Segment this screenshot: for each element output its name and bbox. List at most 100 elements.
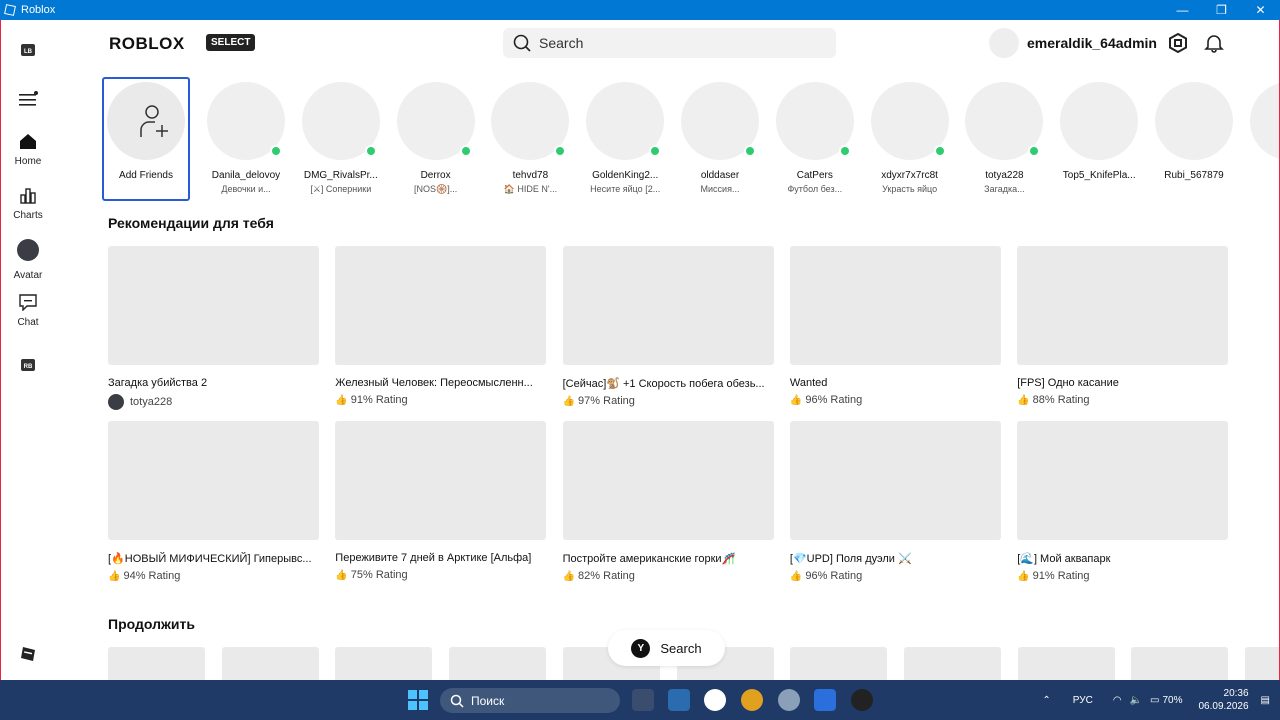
- windows-start-icon[interactable]: [408, 690, 428, 710]
- clock[interactable]: 20:36 06.09.2026: [1198, 687, 1248, 713]
- friend-item[interactable]: Top5_KnifePla...: [1052, 77, 1146, 181]
- online-indicator: [364, 145, 377, 157]
- floating-search-button[interactable]: Y Search: [608, 630, 725, 666]
- taskbar-search-placeholder: Поиск: [471, 693, 505, 708]
- continue-game-thumbnail[interactable]: [903, 647, 1001, 680]
- friend-item[interactable]: Rubi_567879: [1147, 77, 1241, 181]
- game-thumbnail[interactable]: [789, 246, 1001, 365]
- game-card[interactable]: Wanted 👍 96% Rating: [789, 246, 1001, 406]
- continue-game-thumbnail[interactable]: [335, 647, 433, 680]
- search-input[interactable]: Search: [503, 28, 836, 58]
- game-thumbnail[interactable]: [1017, 246, 1229, 365]
- sidebar-item-charts[interactable]: Charts: [1, 187, 55, 221]
- friend-item[interactable]: DMG_RivalsPr... [⚔] Соперники: [294, 77, 388, 195]
- friend-item[interactable]: olddaser Миссия...: [673, 77, 767, 194]
- language-indicator[interactable]: РУС: [1073, 695, 1093, 706]
- notifications-icon[interactable]: ▤: [1261, 695, 1270, 706]
- friend-item[interactable]: MV: [1242, 77, 1279, 181]
- sidebar: LB Home Charts Avatar Chat RB: [1, 20, 55, 680]
- game-thumbnail[interactable]: [335, 246, 547, 365]
- wifi-icon[interactable]: ◠: [1113, 695, 1122, 706]
- taskbar-search[interactable]: Поиск: [440, 688, 620, 713]
- game-card[interactable]: Загадка убийства 2 totya228: [108, 246, 319, 410]
- yandex-browser-icon[interactable]: [704, 689, 726, 711]
- volume-icon[interactable]: 🔈: [1130, 695, 1142, 706]
- game-card[interactable]: [FPS] Одно касание 👍 88% Rating: [1017, 246, 1229, 406]
- settings-icon[interactable]: [778, 689, 800, 711]
- window-titlebar: Roblox — ❐ ✕: [0, 0, 1280, 20]
- avatar: [989, 28, 1019, 58]
- online-indicator: [270, 145, 282, 157]
- game-card[interactable]: [🌊] Мой аквапарк 👍 91% Rating: [1017, 421, 1229, 582]
- task-view-icon[interactable]: [632, 689, 654, 711]
- friend-avatar: [870, 82, 949, 160]
- roblox-taskbar-icon[interactable]: [814, 689, 836, 711]
- game-card[interactable]: [Сейчас]🐒 +1 Скорость побега обезь... 👍 97…: [562, 246, 774, 407]
- game-thumbnail[interactable]: [1017, 421, 1229, 540]
- continue-game-thumbnail[interactable]: [1017, 647, 1115, 680]
- continue-game-thumbnail[interactable]: [1245, 647, 1279, 680]
- game-card[interactable]: Переживите 7 дней в Арктике [Альфа] 👍 75% …: [335, 421, 547, 581]
- friend-item[interactable]: Danila_delovoy Девочки и...: [199, 77, 293, 194]
- friend-item[interactable]: Derrox [NOS🛞]...: [389, 77, 483, 195]
- roblox-logo[interactable]: ROBLOX: [109, 34, 185, 54]
- game-title: [🌊] Мой аквапарк: [1017, 553, 1111, 565]
- close-button[interactable]: ✕: [1241, 0, 1280, 20]
- game-card[interactable]: Железный Человек: Переосмысленн... 👍 91% R…: [335, 246, 547, 406]
- game-thumbnail[interactable]: [562, 246, 774, 365]
- friend-item[interactable]: GoldenKing2... Несите яйцо [2...: [578, 77, 672, 194]
- chrome-icon[interactable]: [741, 689, 763, 711]
- game-card[interactable]: [💎UPD] Поля дуэли ⚔️ 👍 96% Rating: [789, 421, 1001, 582]
- game-thumbnail[interactable]: [335, 421, 547, 540]
- game-thumbnail[interactable]: [108, 246, 319, 365]
- game-title: [FPS] Одно касание: [1017, 377, 1119, 389]
- game-card[interactable]: [🔥НОВЫЙ МИФИЧЕСКИЙ] Гиперывс... 👍 94% Rati…: [108, 421, 319, 582]
- friend-item[interactable]: totya228 Загадка...: [957, 77, 1051, 194]
- add-friends-button[interactable]: Add Friends: [102, 77, 190, 201]
- game-thumbnail[interactable]: [562, 421, 774, 540]
- game-meta-text: 91% Rating: [350, 394, 408, 406]
- svg-text:LB: LB: [24, 49, 33, 55]
- friend-status: Футбол без...: [787, 184, 843, 194]
- sidebar-item-home[interactable]: Home: [1, 133, 55, 167]
- floating-search-label: Search: [660, 640, 702, 656]
- game-thumbnail[interactable]: [108, 421, 319, 540]
- minimize-button[interactable]: —: [1163, 0, 1202, 20]
- continue-game-thumbnail[interactable]: [790, 647, 888, 680]
- obs-icon[interactable]: [851, 689, 873, 711]
- clock-date: 06.09.2026: [1198, 701, 1249, 712]
- tray-chevron-icon[interactable]: ⌃: [1042, 695, 1050, 706]
- game-card[interactable]: Постройте американские горки🎢 👍 82% Rating: [562, 421, 774, 582]
- continue-game-thumbnail[interactable]: [221, 647, 319, 680]
- friend-status: 🏠 HIDE N'...: [503, 184, 558, 194]
- maximize-button[interactable]: ❐: [1202, 0, 1241, 20]
- sidebar-item-menu[interactable]: [1, 91, 55, 107]
- sidebar-item-robux[interactable]: RB: [1, 357, 55, 373]
- friend-item[interactable]: xdyxr7x7rc8t Украсть яйцо: [863, 77, 957, 194]
- user-profile[interactable]: emeraldik_64admin: [989, 28, 1157, 58]
- sidebar-label-charts: Charts: [13, 210, 43, 221]
- sidebar-item-roblox[interactable]: [1, 646, 55, 662]
- thumbs-up-icon: 👍: [789, 570, 803, 582]
- continue-game-thumbnail[interactable]: [449, 647, 547, 680]
- system-tray: ⌃ РУС ◠ 🔈 ▭ 70% 20:36 06.09.2026 ▤: [1042, 680, 1280, 720]
- friend-item[interactable]: tehvd78 🏠 HIDE N'...: [483, 77, 577, 195]
- friend-avatar: [207, 82, 285, 160]
- search-placeholder: Search: [539, 35, 584, 51]
- battery-icon[interactable]: ▭: [1150, 695, 1159, 706]
- game-thumbnail[interactable]: [789, 421, 1001, 540]
- sidebar-item-chat[interactable]: Chat: [1, 294, 55, 328]
- friend-item[interactable]: CatPers Футбол без...: [768, 77, 862, 194]
- friend-status: Несите яйцо [2...: [590, 184, 661, 194]
- continue-game-thumbnail[interactable]: [1131, 647, 1229, 680]
- svg-text:RB: RB: [24, 364, 33, 370]
- robux-hexagon-icon[interactable]: [1168, 33, 1188, 53]
- continue-game-thumbnail[interactable]: [108, 647, 205, 680]
- username: emeraldik_64admin: [1027, 35, 1157, 51]
- friend-name: totya228: [985, 170, 1024, 181]
- game-title: Загадка убийства 2: [108, 377, 208, 389]
- store-icon[interactable]: [668, 689, 690, 711]
- sidebar-item-avatar[interactable]: Avatar: [1, 239, 55, 281]
- sidebar-item-leaderboard[interactable]: LB: [1, 42, 55, 58]
- notifications-bell-icon[interactable]: [1204, 33, 1224, 53]
